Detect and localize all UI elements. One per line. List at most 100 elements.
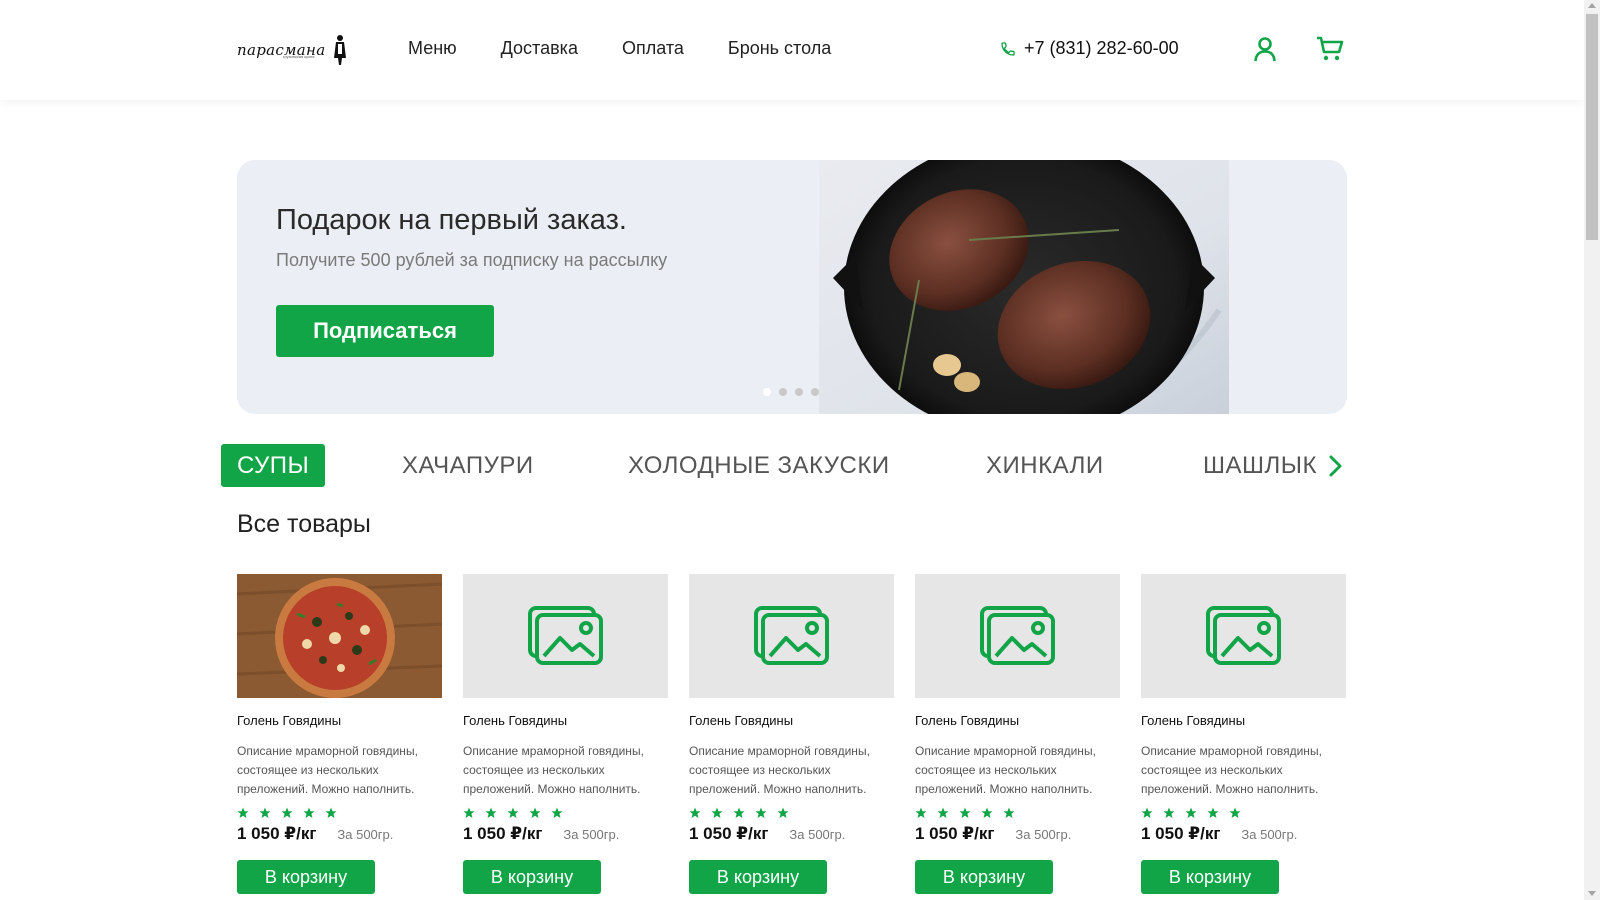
price-row: 1 050 ₽/кг За 500гр. [915, 824, 1120, 844]
tab-khachapuri[interactable]: ХАЧАПУРИ [402, 444, 534, 487]
nav-item-payment[interactable]: Оплата [622, 38, 684, 59]
tab-soups[interactable]: СУПЫ [221, 444, 326, 487]
star-icon [551, 807, 563, 818]
star-icon [733, 807, 745, 818]
carousel-dot[interactable] [795, 388, 803, 396]
product-image[interactable] [237, 574, 442, 698]
product-name[interactable]: Голень Говядины [1141, 713, 1346, 728]
star-icon [1003, 807, 1015, 818]
price-row: 1 050 ₽/кг За 500гр. [237, 824, 442, 844]
product-description: Описание мраморной говядины, состоящее и… [463, 744, 644, 796]
phone-icon [1001, 41, 1015, 56]
star-icon [1141, 807, 1153, 818]
tab-cold-appetizers[interactable]: ХОЛОДНЫЕ ЗАКУСКИ [628, 444, 890, 487]
logo-figure-icon [334, 35, 347, 65]
product-price: 1 050 ₽/кг [1141, 824, 1221, 843]
scroll-down-arrow[interactable] [1588, 891, 1596, 896]
scroll-up-arrow[interactable] [1588, 3, 1596, 8]
main-nav: Меню Доставка Оплата Бронь стола [408, 38, 875, 59]
cart-button[interactable] [1316, 36, 1344, 62]
star-icon [237, 807, 249, 818]
nav-item-delivery[interactable]: Доставка [501, 38, 578, 59]
star-icon [755, 807, 767, 818]
chevron-right-icon[interactable] [1327, 454, 1343, 478]
add-to-cart-button[interactable]: В корзину [915, 860, 1053, 894]
product-name[interactable]: Голень Говядины [463, 713, 668, 728]
star-icon [507, 807, 519, 818]
carousel-dot[interactable] [779, 388, 787, 396]
banner-title: Подарок на первый заказ. [276, 204, 627, 236]
product-name[interactable]: Голень Говядины [689, 713, 894, 728]
phone-link[interactable]: +7 (831) 282-60-00 [1000, 38, 1179, 59]
star-icon [915, 807, 927, 818]
star-icon [463, 807, 475, 818]
add-to-cart-button[interactable]: В корзину [237, 860, 375, 894]
image-placeholder-icon [527, 606, 603, 665]
carousel-dots [763, 388, 827, 396]
category-tabs: СУПЫ ХАЧАПУРИ ХОЛОДНЫЕ ЗАКУСКИ ХИНКАЛИ Ш… [221, 444, 1351, 487]
star-icon [325, 807, 337, 818]
scroll-thumb[interactable] [1586, 14, 1598, 240]
site-header: парасмана грузинская кухня Меню Доставка… [0, 0, 1584, 100]
add-to-cart-button[interactable]: В корзину [689, 860, 827, 894]
product-weight: За 500гр. [337, 827, 394, 842]
user-icon [1254, 37, 1276, 62]
star-icon [777, 807, 789, 818]
image-placeholder-icon [1205, 606, 1281, 665]
product-rating [1141, 807, 1346, 819]
product-description: Описание мраморной говядины, состоящее и… [689, 744, 870, 796]
star-icon [1185, 807, 1197, 818]
nav-item-booking[interactable]: Бронь стола [728, 38, 831, 59]
subscribe-button[interactable]: Подписаться [276, 305, 494, 357]
star-icon [281, 807, 293, 818]
product-name[interactable]: Голень Говядины [237, 713, 442, 728]
tab-shashlik[interactable]: ШАШЛЫК [1203, 444, 1317, 487]
image-placeholder-icon [753, 606, 829, 665]
star-icon [259, 807, 271, 818]
steak-pan-image [819, 160, 1229, 414]
product-description: Описание мраморной говядины, состоящее и… [237, 744, 418, 796]
logo[interactable]: парасмана грузинская кухня [237, 32, 347, 68]
price-row: 1 050 ₽/кг За 500гр. [463, 824, 668, 844]
product-price: 1 050 ₽/кг [915, 824, 995, 843]
tab-khinkali[interactable]: ХИНКАЛИ [986, 444, 1104, 487]
carousel-dot[interactable] [811, 388, 819, 396]
star-icon [1163, 807, 1175, 818]
star-icon [937, 807, 949, 818]
product-image[interactable] [915, 574, 1120, 698]
product-card: Голень Говядины Описание мраморной говяд… [915, 574, 1120, 894]
carousel-dot[interactable] [763, 388, 771, 396]
nav-item-menu[interactable]: Меню [408, 38, 457, 59]
product-price: 1 050 ₽/кг [463, 824, 543, 843]
star-icon [1229, 807, 1241, 818]
user-account-button[interactable] [1252, 36, 1278, 62]
product-price: 1 050 ₽/кг [237, 824, 317, 843]
star-icon [711, 807, 723, 818]
star-icon [959, 807, 971, 818]
phone-number: +7 (831) 282-60-00 [1024, 38, 1179, 58]
page-scrollbar[interactable] [1584, 0, 1600, 900]
product-image[interactable] [1141, 574, 1346, 698]
image-placeholder-icon [979, 606, 1055, 665]
product-rating [915, 807, 1120, 819]
product-image[interactable] [463, 574, 668, 698]
product-name[interactable]: Голень Говядины [915, 713, 1120, 728]
product-image[interactable] [689, 574, 894, 698]
add-to-cart-button[interactable]: В корзину [1141, 860, 1279, 894]
promo-banner: Подарок на первый заказ. Получите 500 ру… [237, 160, 1347, 414]
product-description: Описание мраморной говядины, состоящее и… [915, 744, 1096, 796]
star-icon [981, 807, 993, 818]
product-card: Голень Говядины Описание мраморной говяд… [463, 574, 668, 894]
add-to-cart-button[interactable]: В корзину [463, 860, 601, 894]
product-card: Голень Говядины Описание мраморной говяд… [1141, 574, 1346, 894]
star-icon [529, 807, 541, 818]
banner-subtitle: Получите 500 рублей за подписку на рассы… [276, 250, 668, 270]
star-icon [1207, 807, 1219, 818]
product-description: Описание мраморной говядины, состоящее и… [1141, 744, 1322, 796]
section-title: Все товары [237, 510, 371, 538]
price-row: 1 050 ₽/кг За 500гр. [1141, 824, 1346, 844]
product-weight: За 500гр. [1015, 827, 1072, 842]
pizza-photo [237, 574, 442, 698]
star-icon [689, 807, 701, 818]
product-rating [689, 807, 894, 819]
